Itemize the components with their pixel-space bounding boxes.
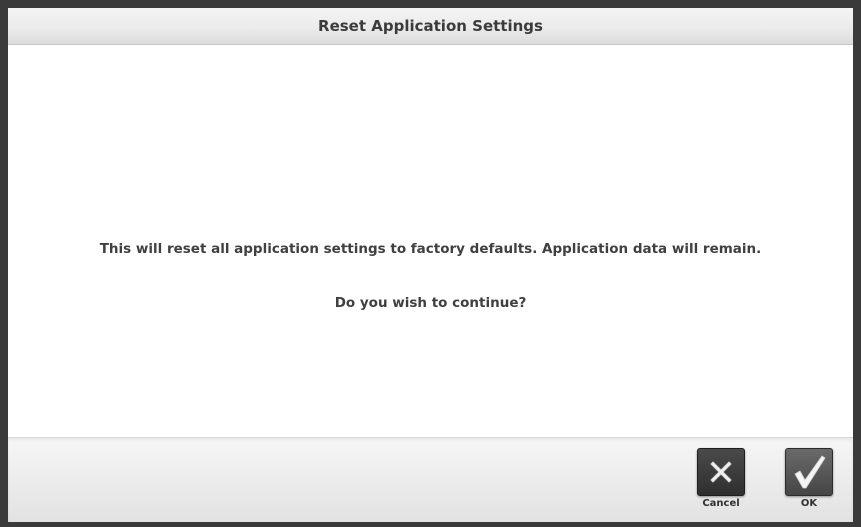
cancel-button-label: Cancel — [702, 498, 740, 509]
dialog-title-bar: Reset Application Settings — [8, 8, 853, 45]
dialog-title: Reset Application Settings — [318, 17, 543, 35]
ok-button-label: OK — [800, 498, 818, 509]
dialog-question: Do you wish to continue? — [334, 295, 527, 311]
dialog-body: This will reset all application settings… — [8, 45, 853, 437]
reset-settings-dialog: Reset Application Settings This will res… — [0, 0, 861, 527]
ok-button-tile[interactable] — [785, 448, 833, 496]
ok-button[interactable]: OK — [785, 448, 833, 509]
cancel-button-tile[interactable] — [697, 448, 745, 496]
checkmark-icon — [794, 455, 826, 489]
dialog-message: This will reset all application settings… — [99, 241, 762, 257]
cancel-button[interactable]: Cancel — [697, 448, 745, 509]
close-x-icon — [710, 461, 732, 483]
dialog-footer: Cancel OK — [8, 437, 853, 522]
